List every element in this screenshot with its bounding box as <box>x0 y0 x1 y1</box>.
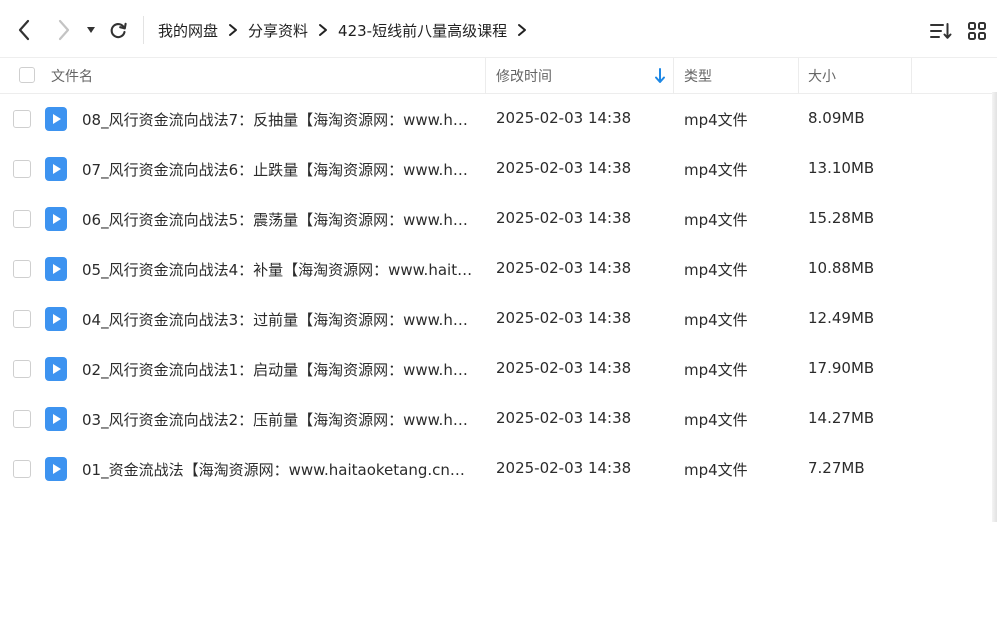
file-size: 13.10MB <box>808 159 875 177</box>
select-all-checkbox[interactable] <box>19 67 35 83</box>
column-divider[interactable] <box>911 58 912 94</box>
file-modified-time: 2025-02-03 14:38 <box>496 459 632 477</box>
file-name[interactable]: 01_资金流战法【海淘资源网：www.haitaoketang.cn】... <box>82 459 474 480</box>
file-row[interactable]: 04_风行资金流向战法3：过前量【海淘资源网：www.ha... 2025-02… <box>0 295 997 345</box>
column-divider[interactable] <box>485 58 486 94</box>
toolbar-divider <box>143 16 144 44</box>
chevron-right-icon <box>58 19 70 41</box>
file-row[interactable]: 01_资金流战法【海淘资源网：www.haitaoketang.cn】... 2… <box>0 445 997 495</box>
file-modified-time: 2025-02-03 14:38 <box>496 209 632 227</box>
chevron-right-icon[interactable] <box>517 23 527 37</box>
file-size: 15.28MB <box>808 209 875 227</box>
row-checkbox[interactable] <box>13 460 31 478</box>
file-type: mp4文件 <box>684 311 748 329</box>
file-type: mp4文件 <box>684 411 748 429</box>
file-row[interactable]: 06_风行资金流向战法5：震荡量【海淘资源网：www.ha... 2025-02… <box>0 195 997 245</box>
file-type: mp4文件 <box>684 161 748 179</box>
video-file-icon <box>45 307 67 331</box>
column-header-name[interactable]: 文件名 <box>51 58 93 94</box>
sort-list-icon <box>930 23 952 39</box>
sort-order-button[interactable] <box>930 20 952 42</box>
file-row[interactable]: 05_风行资金流向战法4：补量【海淘资源网：www.haita... 2025-… <box>0 245 997 295</box>
back-button[interactable] <box>12 16 36 44</box>
file-row[interactable]: 02_风行资金流向战法1：启动量【海淘资源网：www.ha... 2025-02… <box>0 345 997 395</box>
video-file-icon <box>45 207 67 231</box>
refresh-icon <box>110 22 127 39</box>
forward-button[interactable] <box>52 16 76 44</box>
file-name[interactable]: 03_风行资金流向战法2：压前量【海淘资源网：www.ha... <box>82 409 474 430</box>
file-name[interactable]: 07_风行资金流向战法6：止跌量【海淘资源网：www.ha... <box>82 159 474 180</box>
grid-view-icon <box>968 22 986 40</box>
file-row[interactable]: 07_风行资金流向战法6：止跌量【海淘资源网：www.ha... 2025-02… <box>0 145 997 195</box>
panel-edge-shadow <box>992 92 997 522</box>
file-size: 8.09MB <box>808 109 865 127</box>
chevron-right-icon <box>228 23 238 37</box>
file-name[interactable]: 04_风行资金流向战法3：过前量【海淘资源网：www.ha... <box>82 309 474 330</box>
video-file-icon <box>45 457 67 481</box>
row-checkbox[interactable] <box>13 160 31 178</box>
file-modified-time: 2025-02-03 14:38 <box>496 109 632 127</box>
file-size: 17.90MB <box>808 359 875 377</box>
file-type: mp4文件 <box>684 261 748 279</box>
row-checkbox[interactable] <box>13 410 31 428</box>
file-name[interactable]: 05_风行资金流向战法4：补量【海淘资源网：www.haita... <box>82 259 474 280</box>
video-file-icon <box>45 407 67 431</box>
file-modified-time: 2025-02-03 14:38 <box>496 259 632 277</box>
breadcrumb-item-current[interactable]: 423-短线前八量高级课程 <box>338 20 507 41</box>
file-row[interactable]: 03_风行资金流向战法2：压前量【海淘资源网：www.ha... 2025-02… <box>0 395 997 445</box>
row-checkbox[interactable] <box>13 360 31 378</box>
column-divider[interactable] <box>798 58 799 94</box>
file-type: mp4文件 <box>684 361 748 379</box>
row-checkbox[interactable] <box>13 210 31 228</box>
column-header-size[interactable]: 大小 <box>808 58 836 94</box>
video-file-icon <box>45 107 67 131</box>
file-type: mp4文件 <box>684 211 748 229</box>
history-dropdown-button[interactable] <box>80 16 102 44</box>
row-checkbox[interactable] <box>13 260 31 278</box>
file-modified-time: 2025-02-03 14:38 <box>496 359 632 377</box>
file-type: mp4文件 <box>684 461 748 479</box>
breadcrumb: 我的网盘 分享资料 423-短线前八量高级课程 <box>158 18 537 42</box>
video-file-icon <box>45 357 67 381</box>
caret-down-icon <box>87 27 95 33</box>
row-checkbox[interactable] <box>13 110 31 128</box>
video-file-icon <box>45 157 67 181</box>
breadcrumb-item-root[interactable]: 我的网盘 <box>158 20 218 41</box>
file-size: 7.27MB <box>808 459 865 477</box>
grid-view-button[interactable] <box>966 20 988 42</box>
column-divider[interactable] <box>673 58 674 94</box>
file-list-header: 文件名 修改时间 类型 大小 <box>0 58 997 94</box>
file-name[interactable]: 06_风行资金流向战法5：震荡量【海淘资源网：www.ha... <box>82 209 474 230</box>
file-name[interactable]: 08_风行资金流向战法7：反抽量【海淘资源网：www.ha... <box>82 109 474 130</box>
navigation-toolbar: 我的网盘 分享资料 423-短线前八量高级课程 <box>0 0 997 58</box>
file-name[interactable]: 02_风行资金流向战法1：启动量【海淘资源网：www.ha... <box>82 359 474 380</box>
row-checkbox[interactable] <box>13 310 31 328</box>
arrow-down-icon[interactable] <box>654 68 666 84</box>
file-size: 10.88MB <box>808 259 875 277</box>
file-row[interactable]: 08_风行资金流向战法7：反抽量【海淘资源网：www.ha... 2025-02… <box>0 95 997 145</box>
column-header-time[interactable]: 修改时间 <box>496 58 552 94</box>
column-header-type[interactable]: 类型 <box>684 58 712 94</box>
file-modified-time: 2025-02-03 14:38 <box>496 309 632 327</box>
chevron-left-icon <box>18 19 30 41</box>
file-modified-time: 2025-02-03 14:38 <box>496 159 632 177</box>
file-size: 12.49MB <box>808 309 875 327</box>
file-modified-time: 2025-02-03 14:38 <box>496 409 632 427</box>
file-type: mp4文件 <box>684 111 748 129</box>
file-size: 14.27MB <box>808 409 875 427</box>
chevron-right-icon <box>318 23 328 37</box>
breadcrumb-item-shared[interactable]: 分享资料 <box>248 20 308 41</box>
refresh-button[interactable] <box>106 16 130 44</box>
video-file-icon <box>45 257 67 281</box>
